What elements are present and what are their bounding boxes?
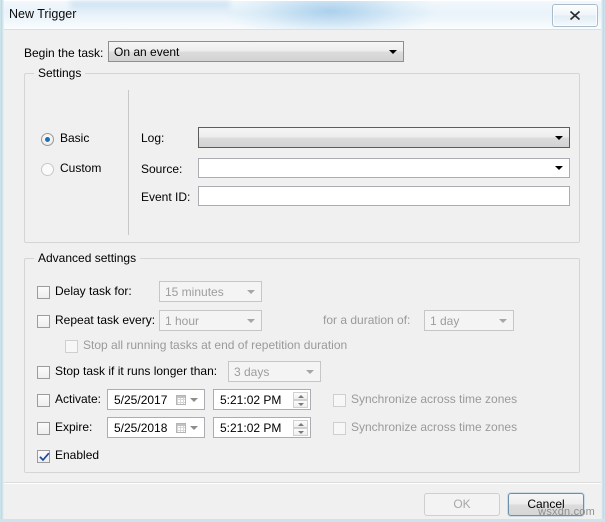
enabled-checkbox[interactable]: [37, 450, 50, 463]
dialog-body: Begin the task: On an event Settings Bas…: [4, 29, 601, 519]
spinner-down-button[interactable]: [293, 400, 308, 408]
radio-custom[interactable]: [41, 163, 54, 176]
spinner-up-button[interactable]: [293, 420, 308, 428]
delay-task-label: Delay task for:: [55, 284, 132, 298]
activate-checkbox[interactable]: [37, 394, 50, 407]
expire-label: Expire:: [55, 420, 93, 434]
expire-time-value: 5:21:02 PM: [220, 420, 282, 435]
begin-task-value: On an event: [114, 44, 180, 59]
activate-label: Activate:: [55, 392, 102, 406]
radio-custom-label: Custom: [60, 161, 102, 175]
spinner-up-button[interactable]: [293, 392, 308, 400]
activate-date-value: 5/25/2017: [114, 392, 168, 407]
expire-date-value: 5/25/2018: [114, 420, 168, 435]
stop-repetition-label: Stop all running tasks at end of repetit…: [83, 338, 348, 352]
duration-value: 1 day: [430, 313, 460, 328]
source-label: Source:: [141, 162, 183, 176]
stop-longer-checkbox[interactable]: [37, 366, 50, 379]
caret-up-icon: [298, 423, 304, 426]
chevron-down-icon: [247, 289, 255, 294]
caret-down-icon: [298, 431, 304, 434]
event-id-input[interactable]: [198, 186, 570, 206]
repeat-task-combo[interactable]: 1 hour: [159, 310, 262, 331]
watermark: wsxdn.com: [538, 506, 595, 518]
title-bar: New Trigger: [0, 0, 605, 30]
advanced-settings-group-label: Advanced settings: [34, 251, 141, 265]
expire-sync-checkbox[interactable]: [333, 422, 346, 435]
settings-group-label: Settings: [34, 66, 86, 80]
radio-basic-label: Basic: [60, 131, 90, 145]
caret-up-icon: [298, 395, 304, 398]
footer-separator: [4, 482, 601, 484]
settings-divider: [128, 90, 129, 235]
window-title: New Trigger: [9, 7, 77, 21]
spinner[interactable]: [293, 420, 308, 436]
expire-checkbox[interactable]: [37, 422, 50, 435]
calendar-icon: [176, 422, 186, 433]
stop-longer-label: Stop task if it runs longer than:: [55, 364, 218, 378]
delay-task-checkbox[interactable]: [37, 286, 50, 299]
calendar-icon: [176, 394, 186, 405]
chevron-down-icon: [389, 49, 397, 54]
expire-time-spinner[interactable]: 5:21:02 PM: [213, 417, 311, 438]
close-button[interactable]: [552, 4, 598, 27]
repeat-task-label: Repeat task every:: [55, 313, 156, 327]
activate-date-picker[interactable]: 5/25/2017: [107, 389, 205, 410]
log-combo[interactable]: [198, 127, 570, 148]
repeat-task-checkbox[interactable]: [37, 315, 50, 328]
source-combo[interactable]: [198, 158, 570, 178]
chevron-down-icon: [306, 369, 314, 374]
chevron-down-icon: [190, 425, 198, 430]
stop-longer-combo[interactable]: 3 days: [228, 361, 321, 382]
activate-time-value: 5:21:02 PM: [220, 392, 282, 407]
checkmark-icon: [39, 452, 50, 462]
event-id-label: Event ID:: [141, 190, 191, 204]
activate-time-spinner[interactable]: 5:21:02 PM: [213, 389, 311, 410]
duration-combo[interactable]: 1 day: [424, 310, 514, 331]
ok-button[interactable]: OK: [424, 493, 500, 516]
caret-down-icon: [298, 403, 304, 406]
activate-sync-label: Synchronize across time zones: [351, 392, 518, 406]
chevron-down-icon: [247, 318, 255, 323]
delay-task-combo[interactable]: 15 minutes: [159, 281, 262, 302]
close-icon: [569, 10, 581, 21]
new-trigger-dialog: New Trigger Begin the task: On an event …: [0, 0, 605, 522]
repeat-task-value: 1 hour: [165, 313, 200, 328]
spinner[interactable]: [293, 392, 308, 408]
expire-sync-label: Synchronize across time zones: [351, 420, 518, 434]
chevron-down-icon: [555, 166, 563, 170]
stop-repetition-checkbox[interactable]: [65, 340, 78, 353]
chevron-down-icon: [555, 135, 563, 140]
expire-date-picker[interactable]: 5/25/2018: [107, 417, 205, 438]
activate-sync-checkbox[interactable]: [333, 394, 346, 407]
delay-task-value: 15 minutes: [165, 284, 224, 299]
duration-label: for a duration of:: [323, 313, 411, 327]
spinner-down-button[interactable]: [293, 428, 308, 436]
log-label: Log:: [141, 131, 165, 145]
chevron-down-icon: [499, 318, 507, 323]
window-edge-right: [601, 0, 605, 522]
radio-basic[interactable]: [41, 133, 54, 146]
enabled-label: Enabled: [55, 448, 100, 462]
begin-task-label: Begin the task:: [24, 46, 104, 60]
begin-task-combo[interactable]: On an event: [108, 41, 404, 62]
chevron-down-icon: [190, 397, 198, 402]
stop-longer-value: 3 days: [234, 364, 270, 379]
